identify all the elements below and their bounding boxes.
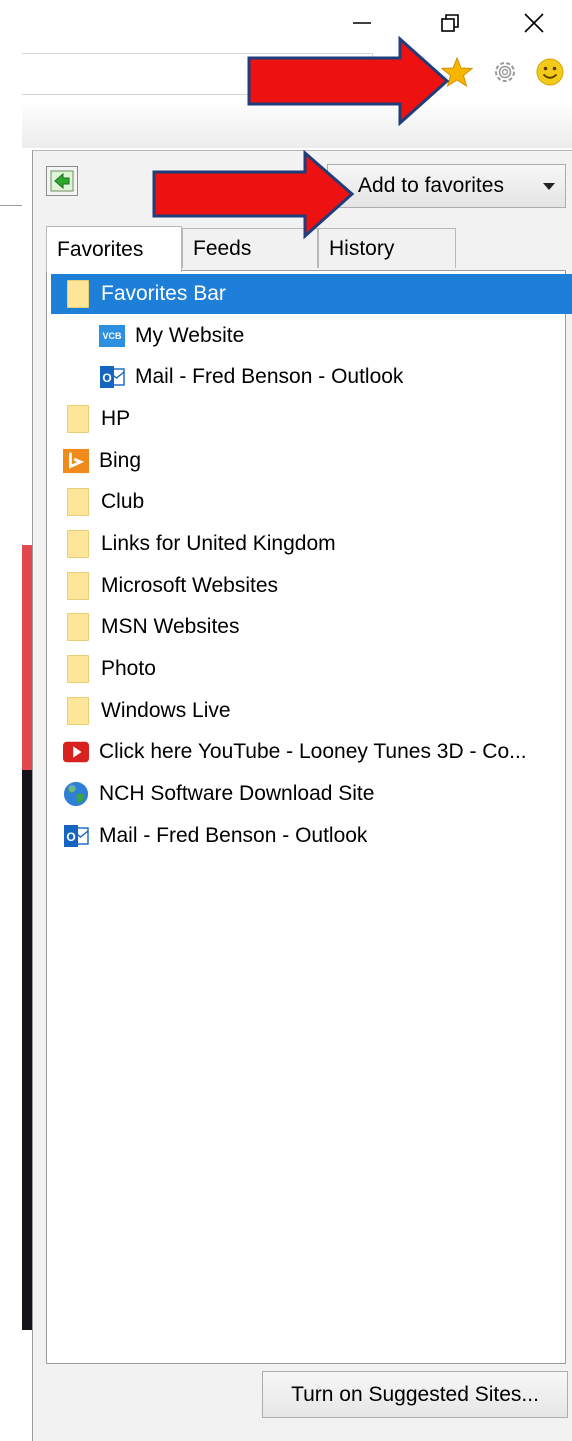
restore-button[interactable] [428,6,472,40]
folder-icon [65,405,91,433]
list-item[interactable]: Click here YouTube - Looney Tunes 3D - C… [47,732,563,772]
svg-text:O: O [66,830,75,844]
folder-icon [65,572,91,600]
add-to-favorites-label: Add to favorites [358,174,504,197]
add-to-favorites-dropdown[interactable] [533,164,566,208]
chevron-down-icon [543,183,555,190]
list-item[interactable]: VCB My Website [47,316,244,356]
list-item[interactable]: Bing [47,441,141,481]
list-item-label: Windows Live [101,699,231,722]
folder-icon [65,655,91,683]
list-item[interactable]: NCH Software Download Site [47,774,374,814]
restore-icon [441,14,459,32]
webpage-red-block [22,545,32,770]
minimize-button[interactable] [340,6,384,40]
list-item[interactable]: HP [47,399,130,439]
folder-icon [65,613,91,641]
add-to-favorites-button[interactable]: Add to favorites [327,164,535,208]
feedback-button[interactable] [535,57,565,87]
close-button[interactable] [512,6,556,40]
list-item-label: MSN Websites [101,615,240,638]
folder-icon [65,530,91,558]
tab-favorites-label: Favorites [57,237,144,261]
list-item[interactable]: Microsoft Websites [47,566,278,606]
list-item[interactable]: MSN Websites [47,607,239,647]
list-item[interactable]: O Mail - Fred Benson - Outlook [47,816,367,856]
pin-favorites-center-button[interactable] [46,166,78,196]
folder-icon [65,280,91,308]
list-item-label: Click here YouTube - Looney Tunes 3D - C… [99,740,527,763]
list-item-label: Mail - Fred Benson - Outlook [99,824,368,847]
list-item-label: Links for United Kingdom [101,532,336,555]
gear-icon [495,62,515,82]
favorites-list[interactable]: Favorites Bar VCB My Website O Mail - Fr… [46,270,572,1364]
list-item-label: HP [101,407,131,430]
suggested-sites-label: Turn on Suggested Sites... [291,1382,539,1406]
webpage-background [0,100,22,1440]
smiley-icon [536,58,564,86]
pin-arrow-icon [50,170,74,192]
annotation-arrow-favorites [247,36,450,126]
annotation-arrow-add-favorites [152,150,355,240]
list-item-label: Photo [101,657,156,680]
tab-history-label: History [329,236,395,260]
outlook-icon: O [63,823,89,849]
list-item[interactable]: Windows Live [47,691,231,731]
list-item[interactable]: Favorites Bar [51,274,572,314]
tools-button[interactable] [490,57,520,87]
list-item-label: Microsoft Websites [101,574,278,597]
youtube-icon [63,739,89,765]
page-divider [0,205,22,206]
list-item-label: Bing [99,449,142,472]
folder-icon [65,488,91,516]
list-item[interactable]: Links for United Kingdom [47,524,336,564]
minimize-icon [353,22,371,24]
webpage-dark-block [22,770,32,1330]
turn-on-suggested-sites-button[interactable]: Turn on Suggested Sites... [262,1371,568,1418]
list-item[interactable]: Club [47,482,144,522]
list-item-label: My Website [135,324,245,347]
list-item-label: NCH Software Download Site [99,782,375,805]
svg-text:O: O [102,371,111,385]
list-item-label: Favorites Bar [101,282,226,305]
close-icon [524,13,544,33]
list-item[interactable]: O Mail - Fred Benson - Outlook [47,357,403,397]
list-item-label: Club [101,490,145,513]
vcb-site-icon: VCB [99,323,125,349]
list-item[interactable]: Photo [47,649,156,689]
globe-icon [63,781,89,807]
outlook-icon: O [99,364,125,390]
bing-icon [63,448,89,474]
list-item-label: Mail - Fred Benson - Outlook [135,365,404,388]
folder-icon [65,697,91,725]
tab-feeds-label: Feeds [193,236,252,260]
